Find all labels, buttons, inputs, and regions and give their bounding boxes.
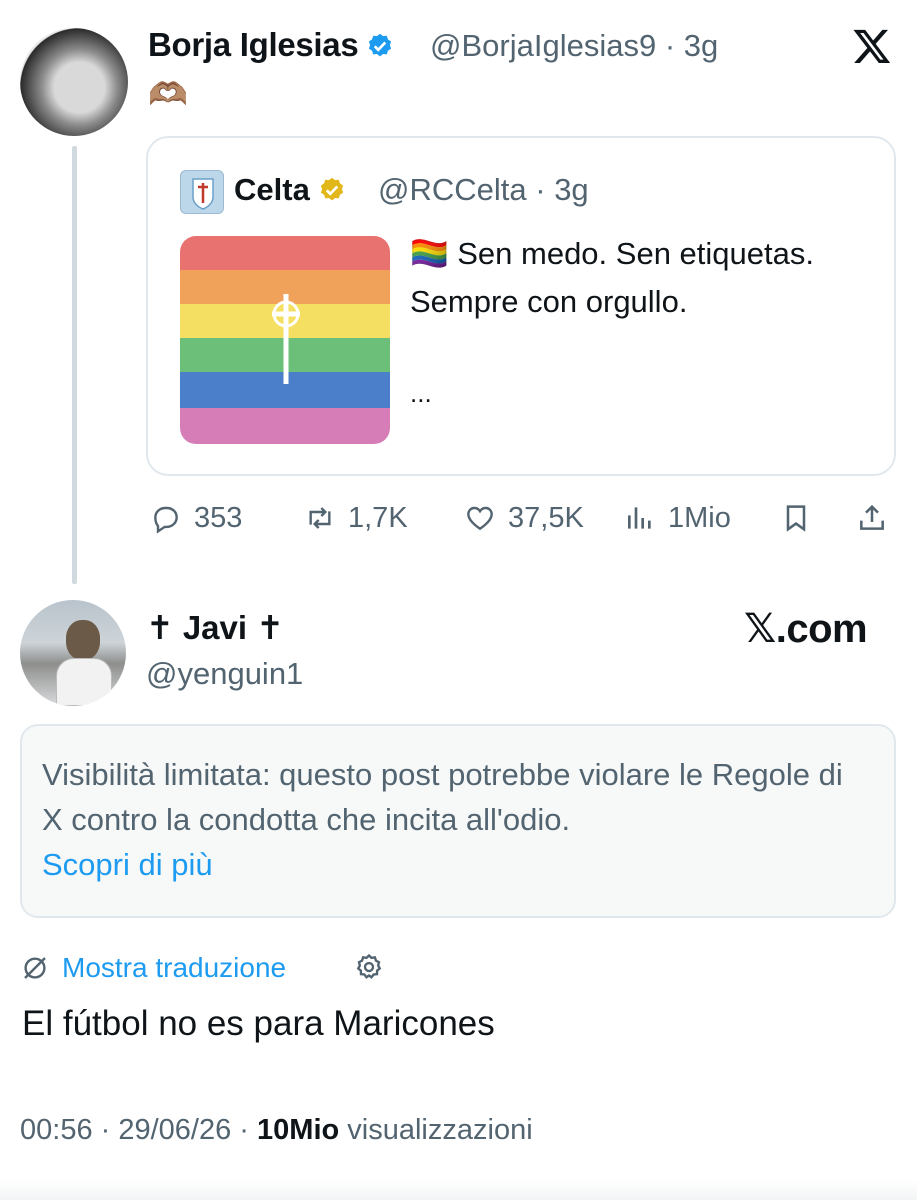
share-button[interactable] (856, 500, 900, 536)
x-com-watermark: 𝕏.com (744, 607, 868, 651)
reply-author-handle[interactable]: @yenguin1 (146, 656, 303, 692)
speech-bubble-icon (154, 506, 178, 534)
x-logo-icon[interactable] (852, 26, 892, 66)
avatar-person-shirt (56, 658, 112, 706)
verified-gold-badge-icon (320, 177, 343, 201)
gear-icon[interactable] (354, 952, 384, 982)
celta-logo (180, 170, 224, 214)
tweet-time[interactable]: 3g (684, 28, 718, 63)
rainbow-flag-image[interactable] (180, 236, 390, 444)
bookmark-icon (786, 505, 806, 532)
reply-count: 353 (194, 501, 243, 534)
author-handle-time[interactable]: @BorjaIglesias9 · 3g (430, 28, 718, 64)
like-count: 37,5K (508, 501, 584, 534)
avatar-javi[interactable] (20, 600, 126, 706)
views-count: 1Mio (668, 501, 731, 534)
avatar-borja[interactable] (20, 28, 128, 136)
like-button[interactable]: 37,5K (464, 500, 584, 536)
rainbow-flag-emoji: 🏳️‍🌈 (410, 236, 449, 271)
heart-hands-emoji: 🫶🏽 (148, 76, 188, 112)
reply-button[interactable]: 353 (150, 500, 242, 536)
repost-count: 1,7K (348, 501, 408, 534)
show-translation-link[interactable]: Mostra traduzione (20, 950, 286, 986)
repost-arrows-icon (309, 507, 331, 529)
celta-crest-icon (192, 178, 214, 210)
avatar-person-head (66, 620, 100, 660)
celta-crest-icon (272, 294, 300, 384)
thread-line (72, 146, 77, 584)
quoted-author-handle-time[interactable]: @RCCelta · 3g (378, 172, 589, 208)
views-label: visualizzazioni (347, 1114, 533, 1146)
limited-visibility-text: Visibilità limitata: questo post potrebb… (42, 757, 843, 882)
quoted-author-name[interactable]: Celta (234, 172, 346, 208)
post-time[interactable]: 00:56 (20, 1114, 93, 1146)
heart-icon (467, 506, 493, 531)
quoted-post-ellipsis: ... (410, 378, 432, 408)
views-total: 10Mio (257, 1114, 340, 1146)
post-meta: 00:56 · 29/06/26 · 10Mio visualizzazioni (20, 1114, 533, 1146)
share-upload-icon (860, 504, 884, 530)
cropped-action-bar-edge (0, 1180, 917, 1200)
author-name[interactable]: Borja Iglesias (148, 26, 394, 64)
post-date[interactable]: 29/06/26 (118, 1114, 231, 1146)
repost-button[interactable]: 1,7K (304, 500, 408, 536)
bar-chart-icon (628, 507, 651, 529)
reply-author-name[interactable]: ✝ Javi ✝ (146, 608, 284, 647)
reply-post-text: El fútbol no es para Maricones (22, 1004, 495, 1043)
quoted-post-text: 🏳️‍🌈 Sen medo. Sen etiquetas. Sempre con… (410, 236, 814, 319)
views-button[interactable]: 1Mio (624, 500, 731, 536)
learn-more-link[interactable]: Scopri di più (42, 847, 213, 882)
globe-slash-icon (24, 957, 46, 979)
verified-badge-icon (369, 33, 392, 57)
bookmark-button[interactable] (780, 500, 824, 536)
